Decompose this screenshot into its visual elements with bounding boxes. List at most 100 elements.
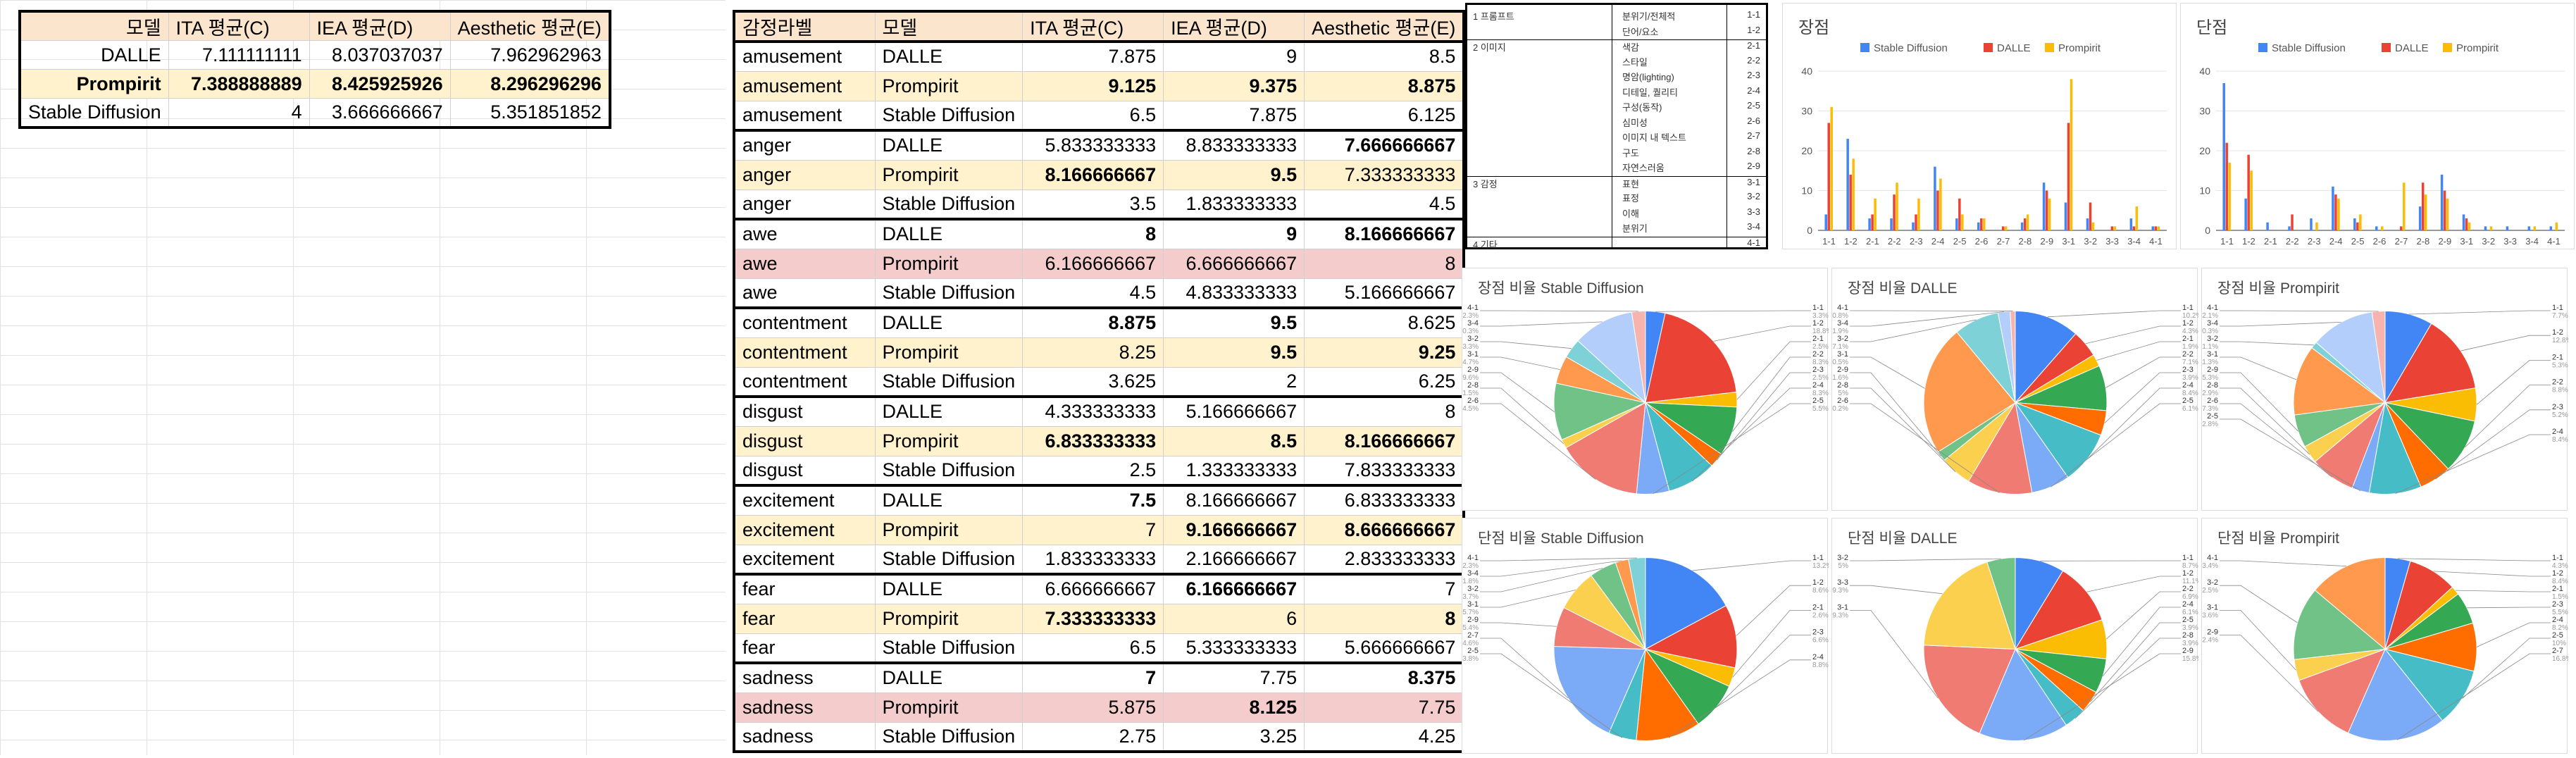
cell[interactable]: 8 bbox=[1023, 219, 1164, 249]
cell[interactable]: contentment bbox=[734, 367, 875, 397]
cell[interactable]: 9.25 bbox=[1305, 337, 1464, 367]
cell[interactable]: 7.333333333 bbox=[1023, 604, 1164, 633]
cell[interactable]: DALLE bbox=[875, 485, 1023, 515]
cell[interactable]: 8.166666667 bbox=[1023, 160, 1164, 190]
cell[interactable]: 9 bbox=[1164, 42, 1305, 71]
cell[interactable]: fear bbox=[734, 604, 875, 633]
cell[interactable]: 8.425925926 bbox=[309, 70, 450, 99]
cell[interactable]: disgust bbox=[734, 397, 875, 426]
cell[interactable]: 8.375 bbox=[1305, 663, 1464, 692]
cell[interactable]: 6.25 bbox=[1305, 367, 1464, 397]
cell[interactable]: 8.166666667 bbox=[1305, 219, 1464, 249]
cell[interactable]: 7 bbox=[1023, 663, 1164, 692]
cell[interactable]: 7.333333333 bbox=[1305, 160, 1464, 190]
cell[interactable]: 9.166666667 bbox=[1164, 515, 1305, 545]
cell[interactable]: 8.5 bbox=[1164, 426, 1305, 456]
pie-chart-panel[interactable]: 단점 비율 Prompirit1-14.3%1-28.4%2-11.5%2-35… bbox=[2201, 518, 2568, 754]
cell[interactable]: amusement bbox=[734, 42, 875, 71]
cell[interactable]: Prompirit bbox=[20, 70, 168, 99]
cell[interactable]: 6.5 bbox=[1023, 101, 1164, 130]
cell[interactable]: 6.833333333 bbox=[1023, 426, 1164, 456]
cell[interactable]: 4.833333333 bbox=[1164, 278, 1305, 308]
cell[interactable]: Prompirit bbox=[875, 426, 1023, 456]
cell[interactable]: IEA 평균(D) bbox=[309, 11, 450, 41]
cell[interactable]: sadness bbox=[734, 663, 875, 692]
pie-chart-panel[interactable]: 단점 비율 Stable Diffusion1-113.2%1-28.6%2-1… bbox=[1462, 518, 1828, 754]
cell[interactable]: 8 bbox=[1305, 604, 1464, 633]
cell[interactable]: 6.166666667 bbox=[1164, 574, 1305, 604]
cell[interactable]: 6.5 bbox=[1023, 633, 1164, 663]
cell[interactable]: 4.333333333 bbox=[1023, 397, 1164, 426]
cell[interactable]: 2.833333333 bbox=[1305, 545, 1464, 574]
header-cell[interactable]: IEA 평균(D) bbox=[1164, 11, 1305, 42]
cell[interactable]: Prompirit bbox=[875, 71, 1023, 101]
cell[interactable]: 9 bbox=[1164, 219, 1305, 249]
cell[interactable]: 5.833333333 bbox=[1023, 130, 1164, 160]
header-cell[interactable]: Aesthetic 평균(E) bbox=[1305, 11, 1464, 42]
cell[interactable]: 8.625 bbox=[1305, 308, 1464, 337]
cell[interactable]: Stable Diffusion bbox=[875, 722, 1023, 752]
pros-bar-chart[interactable]: 장점 Stable DiffusionDALLEPrompirit0102030… bbox=[1782, 3, 2177, 249]
cell[interactable]: 7.666666667 bbox=[1305, 130, 1464, 160]
cell[interactable]: Aesthetic 평균(E) bbox=[450, 11, 610, 41]
cell[interactable]: 8 bbox=[1305, 397, 1464, 426]
cell[interactable]: 1.333333333 bbox=[1164, 456, 1305, 485]
cell[interactable]: DALLE bbox=[875, 308, 1023, 337]
cell[interactable]: DALLE bbox=[875, 219, 1023, 249]
cell[interactable]: 6.666666667 bbox=[1164, 249, 1305, 278]
cell[interactable]: disgust bbox=[734, 426, 875, 456]
cell[interactable]: 9.5 bbox=[1164, 308, 1305, 337]
cell[interactable]: 6.125 bbox=[1305, 101, 1464, 130]
cell[interactable]: 7.75 bbox=[1305, 692, 1464, 722]
cell[interactable]: 9.5 bbox=[1164, 160, 1305, 190]
cell[interactable]: Stable Diffusion bbox=[875, 101, 1023, 130]
cell[interactable]: excitement bbox=[734, 485, 875, 515]
cell[interactable]: 2 bbox=[1164, 367, 1305, 397]
cell[interactable]: 5.166666667 bbox=[1305, 278, 1464, 308]
pie-chart-panel[interactable]: 장점 비율 Prompirit1-17.7%1-212.8%2-15.3%2-2… bbox=[2201, 268, 2568, 511]
cell[interactable]: sadness bbox=[734, 692, 875, 722]
cell[interactable]: 2.166666667 bbox=[1164, 545, 1305, 574]
cell[interactable]: 8 bbox=[1305, 249, 1464, 278]
cell[interactable]: 2.75 bbox=[1023, 722, 1164, 752]
cell[interactable]: Stable Diffusion bbox=[875, 190, 1023, 219]
cell[interactable]: 8.125 bbox=[1164, 692, 1305, 722]
cell[interactable]: 5.351851852 bbox=[450, 99, 610, 128]
cell[interactable]: 5.166666667 bbox=[1164, 397, 1305, 426]
cell[interactable]: Prompirit bbox=[875, 160, 1023, 190]
cell[interactable]: Prompirit bbox=[875, 604, 1023, 633]
cell[interactable]: 9.375 bbox=[1164, 71, 1305, 101]
cell[interactable]: 7.5 bbox=[1023, 485, 1164, 515]
pie-chart-panel[interactable]: 장점 비율 DALLE1-110.2%1-24.3%2-11.9%2-27.1%… bbox=[1831, 268, 2198, 511]
cell[interactable]: sadness bbox=[734, 722, 875, 752]
cell[interactable]: 9.5 bbox=[1164, 337, 1305, 367]
cell[interactable]: Stable Diffusion bbox=[875, 456, 1023, 485]
cell[interactable]: 5.875 bbox=[1023, 692, 1164, 722]
cell[interactable]: 모델 bbox=[20, 11, 168, 41]
cell[interactable]: 7.962962963 bbox=[450, 41, 610, 70]
cell[interactable]: 8.833333333 bbox=[1164, 130, 1305, 160]
cell[interactable]: 7.75 bbox=[1164, 663, 1305, 692]
cell[interactable]: DALLE bbox=[875, 130, 1023, 160]
cell[interactable]: amusement bbox=[734, 71, 875, 101]
cell[interactable]: DALLE bbox=[875, 397, 1023, 426]
cell[interactable]: 9.125 bbox=[1023, 71, 1164, 101]
cell[interactable]: contentment bbox=[734, 308, 875, 337]
cell[interactable]: anger bbox=[734, 160, 875, 190]
cell[interactable]: 8.25 bbox=[1023, 337, 1164, 367]
cell[interactable]: excitement bbox=[734, 545, 875, 574]
cell[interactable]: excitement bbox=[734, 515, 875, 545]
cell[interactable]: ITA 평균(C) bbox=[168, 11, 309, 41]
cell[interactable]: Stable Diffusion bbox=[20, 99, 168, 128]
cell[interactable]: Stable Diffusion bbox=[875, 633, 1023, 663]
cell[interactable]: Prompirit bbox=[875, 692, 1023, 722]
cell[interactable]: DALLE bbox=[875, 574, 1023, 604]
cell[interactable]: 3.666666667 bbox=[309, 99, 450, 128]
cell[interactable]: amusement bbox=[734, 101, 875, 130]
cell[interactable]: 8.666666667 bbox=[1305, 515, 1464, 545]
cell[interactable]: 7 bbox=[1023, 515, 1164, 545]
cell[interactable]: 5.666666667 bbox=[1305, 633, 1464, 663]
pie-chart-panel[interactable]: 단점 비율 DALLE1-18.7%1-211.1%2-26.9%2-46.1%… bbox=[1831, 518, 2198, 754]
cell[interactable]: Prompirit bbox=[875, 249, 1023, 278]
cell[interactable]: 6.833333333 bbox=[1305, 485, 1464, 515]
